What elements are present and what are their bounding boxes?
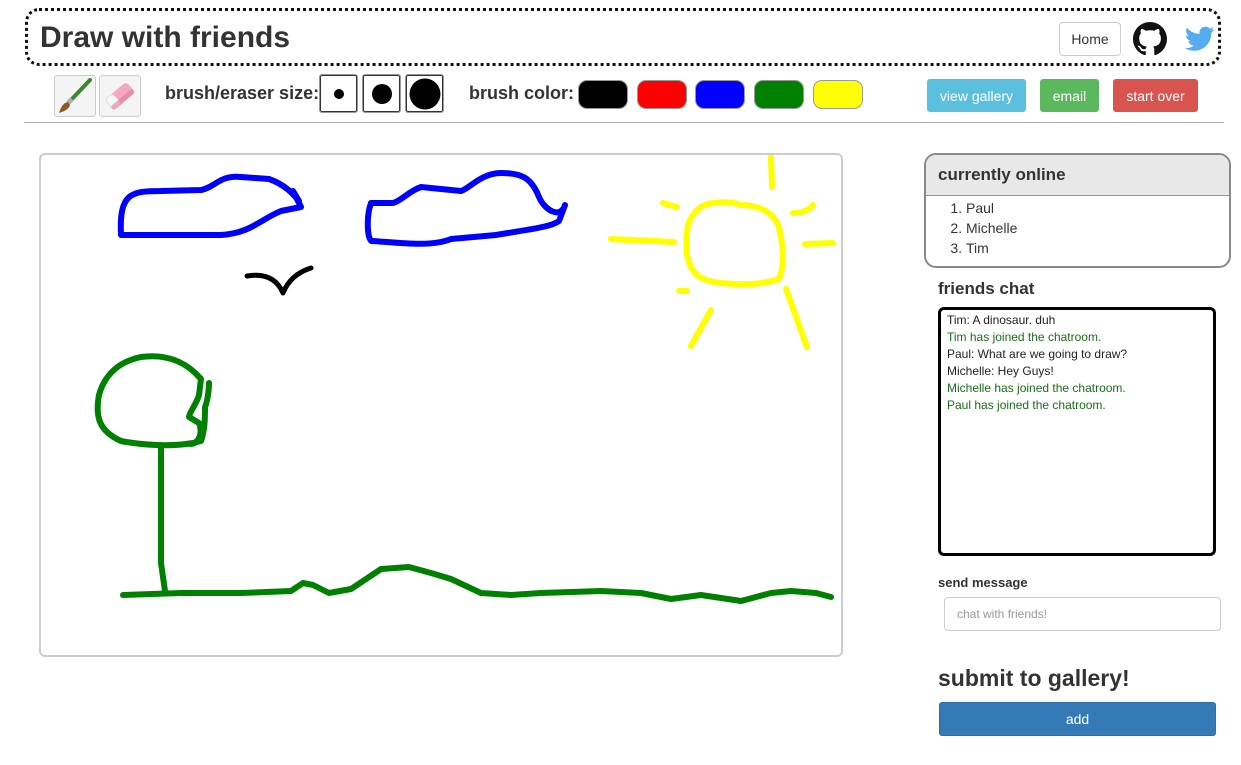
chat-system-message: Michelle has joined the chatroom. <box>947 381 1126 395</box>
online-users-panel: currently online Paul Michelle Tim <box>924 153 1231 268</box>
drawing-cloud-right <box>364 170 568 247</box>
size-small-button[interactable] <box>319 74 358 113</box>
email-button[interactable]: email <box>1040 79 1099 112</box>
brush-tool-button[interactable] <box>54 75 96 117</box>
online-user: Michelle <box>966 218 1229 238</box>
start-over-button[interactable]: start over <box>1113 79 1198 112</box>
chat-system-message: Paul has joined the chatroom. <box>947 398 1106 412</box>
drawing-bird <box>244 265 314 296</box>
chat-title: friends chat <box>938 279 1035 298</box>
github-icon[interactable] <box>1133 22 1167 56</box>
app-title: Draw with friends <box>40 21 291 54</box>
canvas-drawing <box>94 155 836 604</box>
chat-input[interactable] <box>944 597 1221 631</box>
chat-system-message: Tim has joined the chatroom. <box>947 330 1102 344</box>
drawing-canvas[interactable] <box>39 153 843 657</box>
size-medium-button[interactable] <box>362 74 401 113</box>
chat-log[interactable]: Tim: A dinosaur. duh Tim has joined the … <box>938 307 1216 556</box>
drawing-sun-rays <box>608 155 836 350</box>
home-button[interactable]: Home <box>1059 22 1121 56</box>
color-green-button[interactable] <box>754 80 804 109</box>
color-red-button[interactable] <box>637 80 687 109</box>
twitter-icon[interactable] <box>1184 25 1215 53</box>
drawing-tree-trunk <box>158 442 168 594</box>
eraser-tool-button[interactable] <box>99 75 141 117</box>
app-header: Draw with friends Home <box>25 8 1221 66</box>
send-message-label: send message <box>938 575 1028 590</box>
color-yellow-button[interactable] <box>813 80 863 109</box>
drawing-sun <box>683 199 786 288</box>
chat-message: Paul: What are we going to draw? <box>947 347 1128 361</box>
online-users-list: Paul Michelle Tim <box>926 196 1229 258</box>
brush-icon <box>59 78 92 113</box>
chat-message: Michelle: Hey Guys! <box>947 364 1054 378</box>
toolbar-divider <box>24 122 1224 123</box>
drawing-tree-top <box>94 353 212 449</box>
drawing-cloud-left <box>117 173 304 238</box>
online-user: Tim <box>966 238 1229 258</box>
add-to-gallery-button[interactable]: add <box>939 702 1216 736</box>
color-blue-button[interactable] <box>695 80 745 109</box>
brush-size-label: brush/eraser size: <box>165 83 320 103</box>
chat-message: Tim: A dinosaur. duh <box>947 313 1056 327</box>
submit-gallery-title: submit to gallery! <box>938 665 1130 691</box>
online-user: Paul <box>966 198 1229 218</box>
color-black-button[interactable] <box>578 80 628 109</box>
online-users-title: currently online <box>926 155 1229 196</box>
drawing-ground <box>120 564 834 604</box>
eraser-icon <box>105 83 135 110</box>
view-gallery-button[interactable]: view gallery <box>927 79 1026 112</box>
brush-color-label: brush color: <box>469 83 575 103</box>
drawing-toolbar: brush/eraser size: brush color: view gal… <box>0 72 1241 120</box>
size-large-button[interactable] <box>405 74 444 113</box>
